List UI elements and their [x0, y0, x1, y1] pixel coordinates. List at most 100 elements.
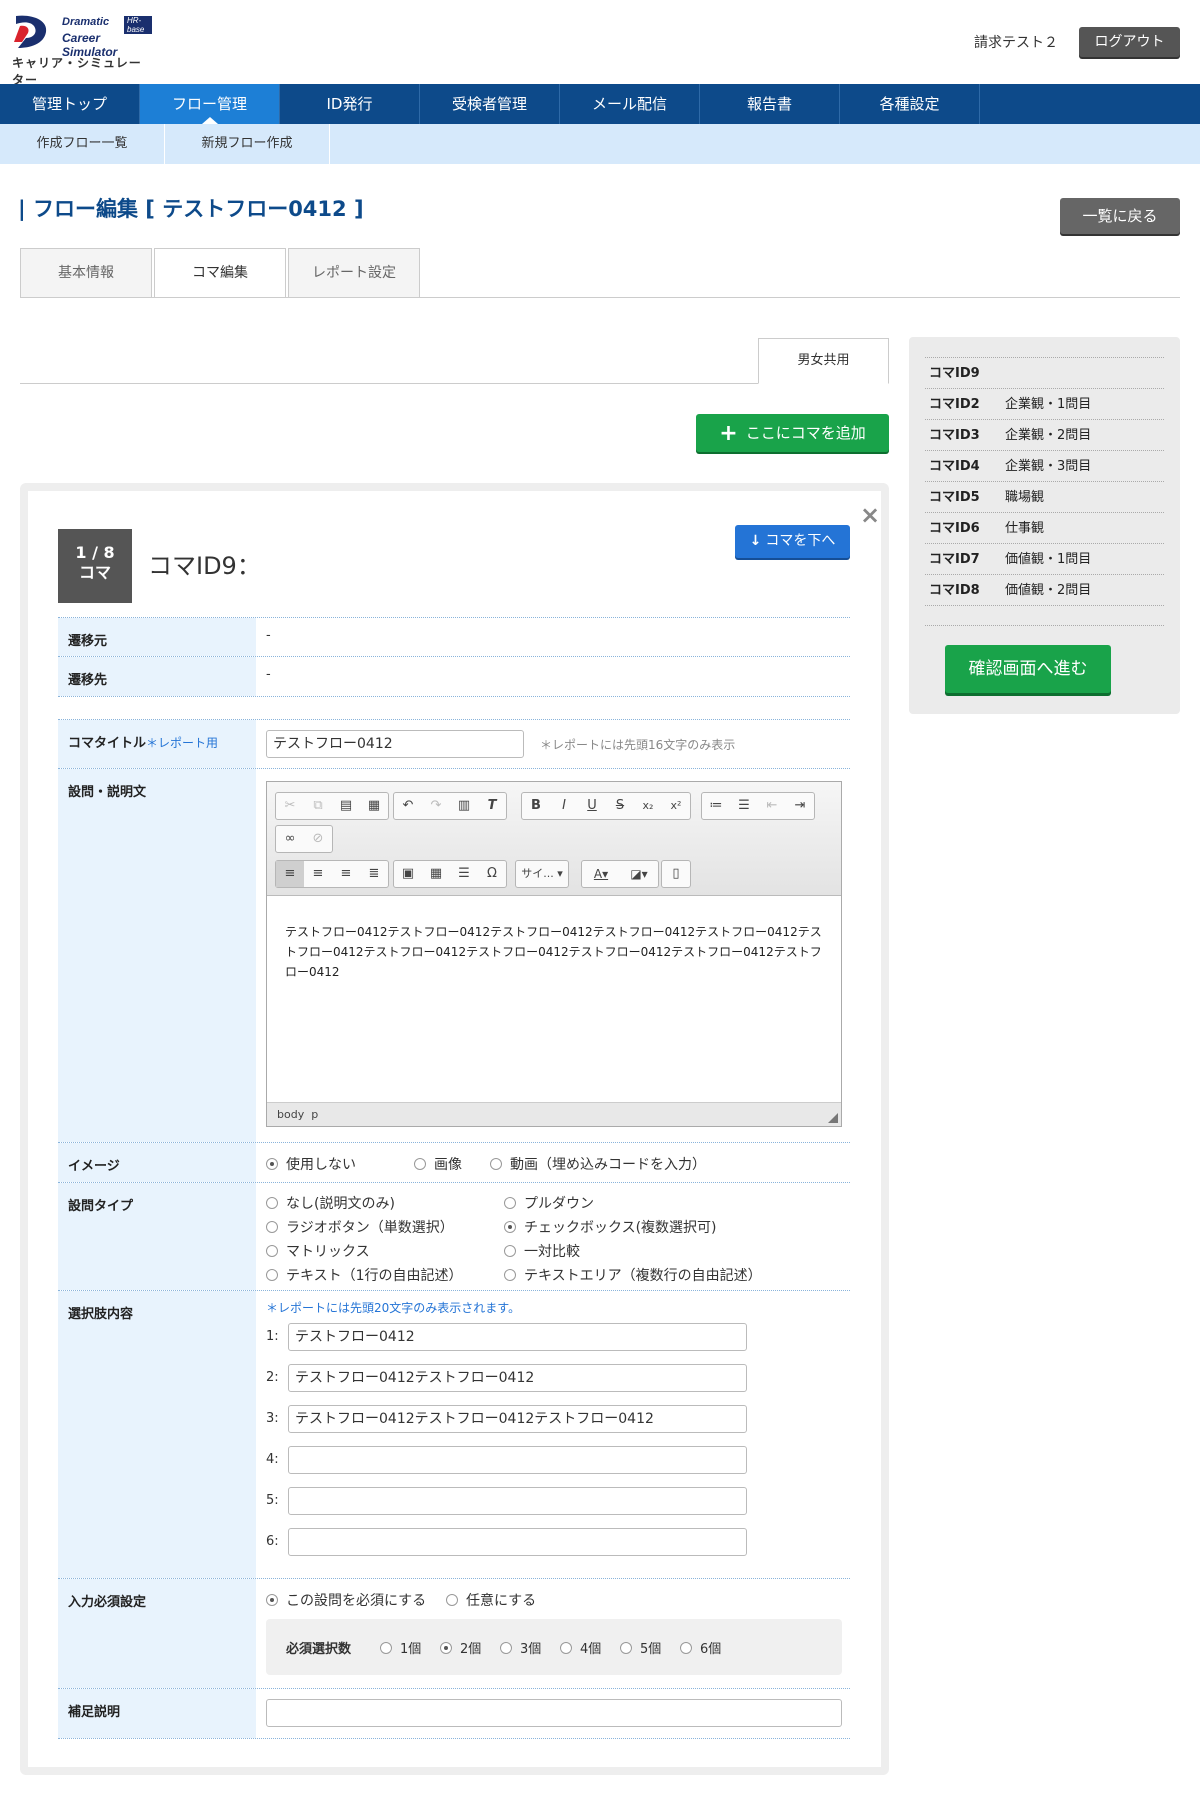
required-count-option[interactable]: 1個 [380, 1638, 421, 1657]
qtype-option[interactable]: ラジオボタン（単数選択） [266, 1217, 454, 1237]
qtype-option[interactable]: チェックボックス(複数選択可) [504, 1217, 717, 1237]
radio-icon[interactable] [680, 1642, 692, 1654]
required-option-required[interactable]: この設問を必須にする [266, 1590, 426, 1610]
required-option-optional[interactable]: 任意にする [446, 1590, 536, 1610]
undo-icon[interactable]: ↶ [394, 793, 422, 819]
back-to-list-button[interactable]: 一覧に戻る [1060, 198, 1180, 234]
qtype-option[interactable]: テキスト（1行の自由記述） [266, 1265, 463, 1285]
radio-icon[interactable] [504, 1221, 516, 1233]
koma-title-input[interactable]: テストフロー0412 [266, 730, 524, 758]
logo[interactable]: Dramatic HR-base Career Simulator キャリア・シ… [12, 12, 152, 87]
close-icon[interactable]: × [860, 501, 880, 529]
choice-input[interactable]: テストフロー0412テストフロー0412 [288, 1364, 747, 1392]
bullet-list-icon[interactable]: ☰ [730, 793, 758, 819]
radio-icon[interactable] [380, 1642, 392, 1654]
add-koma-button[interactable]: + ここにコマを追加 [696, 414, 889, 452]
radio-icon[interactable] [490, 1158, 502, 1170]
qtype-option[interactable]: プルダウン [504, 1193, 594, 1213]
cut-icon[interactable]: ✂ [276, 793, 304, 819]
sidebar-koma-item[interactable]: コマID8 価値観・2問目 [925, 574, 1164, 605]
underline-icon[interactable]: U [578, 793, 606, 819]
radio-icon[interactable] [504, 1269, 516, 1281]
qtype-option[interactable]: なし(説明文のみ) [266, 1193, 395, 1213]
font-size-select[interactable]: サイ... ▾ [516, 861, 568, 887]
required-count-option[interactable]: 6個 [680, 1638, 721, 1657]
move-down-button[interactable]: ↓ コマを下へ [735, 525, 850, 558]
radio-icon[interactable] [440, 1642, 452, 1654]
tab-koma-edit[interactable]: コマ編集 [154, 248, 286, 298]
nav-item-id-issue[interactable]: ID発行 [280, 84, 420, 124]
radio-icon[interactable] [560, 1642, 572, 1654]
editor-content[interactable]: テストフロー0412テストフロー0412テストフロー0412テストフロー0412… [285, 922, 825, 982]
sidebar-koma-item[interactable]: コマID2 企業観・1問目 [925, 388, 1164, 419]
image-icon[interactable]: ▣ [394, 861, 422, 887]
tab-report-settings[interactable]: レポート設定 [288, 248, 420, 298]
sidebar-koma-item[interactable]: コマID3 企業観・2問目 [925, 419, 1164, 450]
radio-icon[interactable] [266, 1158, 278, 1170]
sidebar-koma-item[interactable]: コマID6 仕事観 [925, 512, 1164, 543]
choice-input[interactable] [288, 1446, 747, 1474]
paste-icon[interactable]: ▤ [332, 793, 360, 819]
text-color-icon[interactable]: A▾ [582, 861, 620, 887]
radio-icon[interactable] [504, 1197, 516, 1209]
radio-icon[interactable] [266, 1269, 278, 1281]
nav-item-examinees[interactable]: 受検者管理 [420, 84, 560, 124]
nav-item-top[interactable]: 管理トップ [0, 84, 140, 124]
radio-icon[interactable] [500, 1642, 512, 1654]
link-icon[interactable]: ∞ [276, 826, 304, 852]
nav-item-mail[interactable]: メール配信 [560, 84, 700, 124]
qtype-option[interactable]: マトリックス [266, 1241, 370, 1261]
radio-icon[interactable] [414, 1158, 426, 1170]
tab-basic-info[interactable]: 基本情報 [20, 248, 152, 298]
italic-icon[interactable]: I [550, 793, 578, 819]
bold-icon[interactable]: B [522, 793, 550, 819]
radio-icon[interactable] [266, 1197, 278, 1209]
supplement-input[interactable] [266, 1699, 842, 1727]
editor-path-p[interactable]: p [311, 1108, 318, 1121]
horizontal-line-icon[interactable]: ☰ [450, 861, 478, 887]
subnav-new-flow[interactable]: 新規フロー作成 [165, 124, 330, 164]
sidebar-koma-item[interactable]: コマID5 職場観 [925, 481, 1164, 512]
sidebar-koma-item[interactable]: コマID7 価値観・1問目 [925, 543, 1164, 574]
qtype-option[interactable]: テキストエリア（複数行の自由記述） [504, 1265, 762, 1285]
resize-handle-icon[interactable] [828, 1113, 838, 1123]
align-justify-icon[interactable]: ≣ [360, 861, 388, 887]
nav-item-settings[interactable]: 各種設定 [840, 84, 980, 124]
required-count-option[interactable]: 5個 [620, 1638, 661, 1657]
subnav-flow-list[interactable]: 作成フロー一覧 [0, 124, 165, 164]
special-char-icon[interactable]: Ω [478, 861, 506, 887]
required-count-option[interactable]: 4個 [560, 1638, 601, 1657]
required-count-option[interactable]: 3個 [500, 1638, 541, 1657]
nav-item-flow[interactable]: フロー管理 [140, 84, 280, 124]
sidebar-koma-item[interactable]: コマID4 企業観・3問目 [925, 450, 1164, 481]
align-left-icon[interactable]: ≡ [276, 861, 304, 887]
image-option-video[interactable]: 動画（埋め込みコードを入力） [490, 1154, 706, 1174]
paste-text-icon[interactable]: ▦ [360, 793, 388, 819]
choice-input[interactable] [288, 1528, 747, 1556]
source-icon[interactable]: ▯ [662, 861, 690, 887]
radio-icon[interactable] [266, 1221, 278, 1233]
bg-color-icon[interactable]: ◪▾ [620, 861, 658, 887]
nav-item-report[interactable]: 報告書 [700, 84, 840, 124]
subscript-icon[interactable]: x₂ [634, 793, 662, 819]
editor-path-body[interactable]: body [277, 1108, 304, 1121]
choice-input[interactable] [288, 1487, 747, 1515]
radio-icon[interactable] [266, 1245, 278, 1257]
indent-icon[interactable]: ⇥ [786, 793, 814, 819]
choice-input[interactable]: テストフロー0412 [288, 1323, 747, 1351]
choice-input[interactable]: テストフロー0412テストフロー0412テストフロー0412 [288, 1405, 747, 1433]
align-right-icon[interactable]: ≡ [332, 861, 360, 887]
radio-icon[interactable] [504, 1245, 516, 1257]
strikethrough-icon[interactable]: S [606, 793, 634, 819]
image-option-image[interactable]: 画像 [414, 1154, 462, 1174]
redo-icon[interactable]: ↷ [422, 793, 450, 819]
align-center-icon[interactable]: ≡ [304, 861, 332, 887]
required-count-option[interactable]: 2個 [440, 1638, 481, 1657]
outdent-icon[interactable]: ⇤ [758, 793, 786, 819]
numbered-list-icon[interactable]: ≔ [702, 793, 730, 819]
radio-icon[interactable] [266, 1594, 278, 1606]
qtype-option[interactable]: 一対比較 [504, 1241, 580, 1261]
tab-gender-shared[interactable]: 男女共用 [758, 338, 889, 384]
format-painter-icon[interactable]: ▥ [450, 793, 478, 819]
table-icon[interactable]: ▦ [422, 861, 450, 887]
